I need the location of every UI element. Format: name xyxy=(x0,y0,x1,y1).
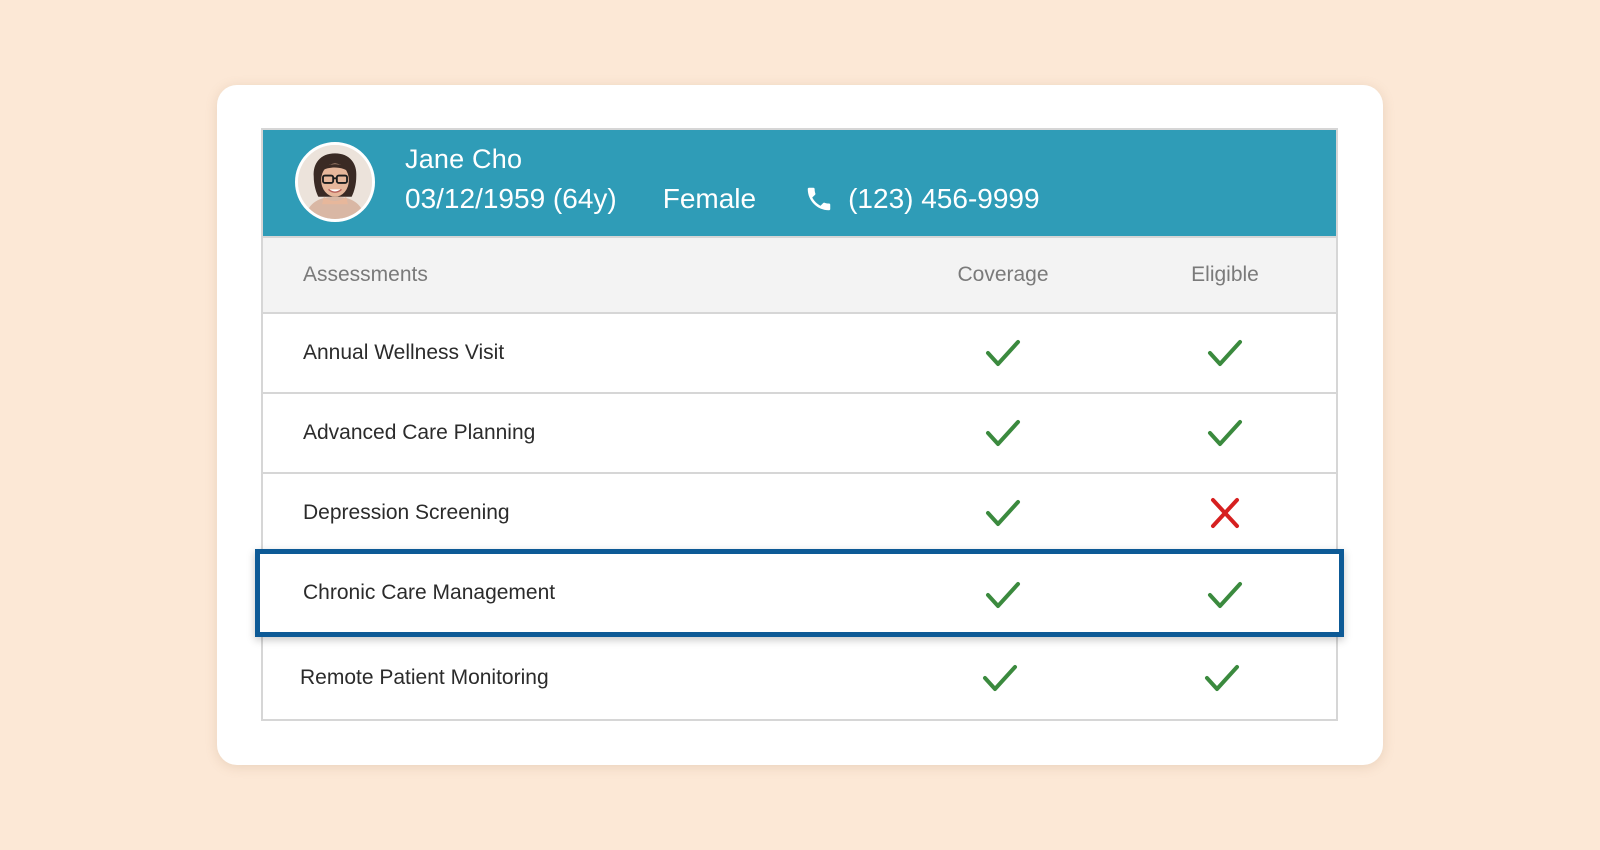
table-row[interactable]: Annual Wellness Visit xyxy=(263,314,1336,394)
assessment-name: Advanced Care Planning xyxy=(303,421,536,444)
column-header-coverage: Coverage xyxy=(957,263,1049,286)
table-row-highlighted[interactable]: Chronic Care Management xyxy=(255,549,1344,637)
check-icon xyxy=(1202,659,1242,697)
assessment-name: Depression Screening xyxy=(303,501,510,524)
assessment-panel: Jane Cho 03/12/1959 (64y) Female (123) 4… xyxy=(255,128,1344,721)
check-icon xyxy=(1205,414,1245,452)
table-row[interactable]: Remote Patient Monitoring xyxy=(263,639,1336,719)
assessment-name: Annual Wellness Visit xyxy=(303,341,505,364)
patient-phone[interactable]: (123) 456-9999 xyxy=(848,183,1039,215)
phone-icon xyxy=(804,184,834,214)
patient-dob: 03/12/1959 (64y) xyxy=(405,183,617,214)
check-icon xyxy=(983,334,1023,372)
patient-name: Jane Cho xyxy=(405,144,523,174)
column-header-assessments: Assessments xyxy=(303,263,428,286)
table-row[interactable]: Advanced Care Planning xyxy=(263,394,1336,474)
patient-avatar xyxy=(295,142,375,222)
table-row[interactable]: Depression Screening xyxy=(263,474,1336,554)
patient-header: Jane Cho 03/12/1959 (64y) Female (123) 4… xyxy=(263,130,1336,236)
check-icon xyxy=(983,576,1023,614)
table-header-row: Assessments Coverage Eligible xyxy=(263,236,1336,314)
check-icon xyxy=(983,414,1023,452)
assessment-name: Chronic Care Management xyxy=(303,581,556,604)
assessment-name: Remote Patient Monitoring xyxy=(300,666,549,689)
patient-gender: Female xyxy=(662,183,757,214)
patient-details: 03/12/1959 (64y) Female (123) 456-9999 xyxy=(405,182,1040,216)
check-icon xyxy=(1205,334,1245,372)
patient-card: Jane Cho 03/12/1959 (64y) Female (123) 4… xyxy=(217,85,1383,765)
column-header-eligible: Eligible xyxy=(1191,263,1259,286)
avatar-portrait-icon xyxy=(298,145,372,219)
check-icon xyxy=(1205,576,1245,614)
check-icon xyxy=(983,494,1023,532)
cross-icon xyxy=(1205,494,1245,532)
check-icon xyxy=(980,659,1020,697)
